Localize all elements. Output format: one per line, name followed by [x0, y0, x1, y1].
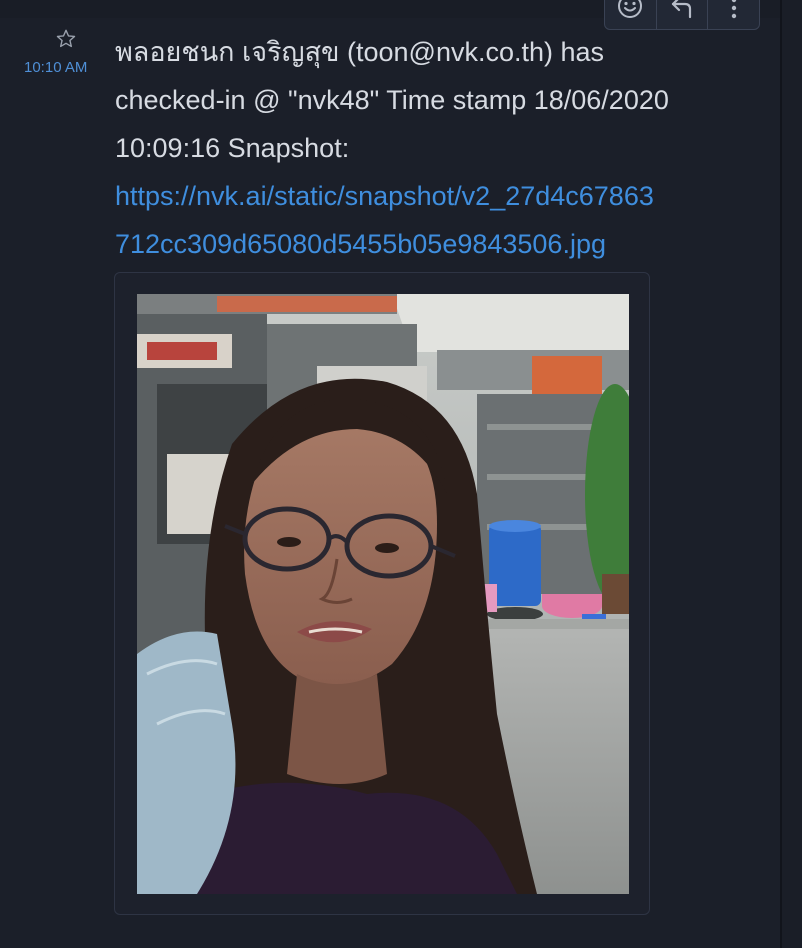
more-vertical-icon — [731, 0, 736, 19]
snapshot-link-line: 712cc309d65080d5455b05e9843506.jpg — [115, 229, 606, 259]
reply-icon — [671, 0, 692, 19]
reply-button[interactable] — [657, 0, 709, 29]
message-actions-toolbar — [604, 0, 760, 30]
add-reaction-button[interactable] — [605, 0, 657, 29]
snapshot-photo — [137, 294, 629, 894]
message-line: 10:09:16 Snapshot: — [115, 133, 350, 163]
more-actions-button[interactable] — [708, 0, 759, 29]
snapshot-link-line: https://nvk.ai/static/snapshot/v2_27d4c6… — [115, 181, 654, 211]
image-attachment — [114, 272, 650, 915]
snapshot-link[interactable]: https://nvk.ai/static/snapshot/v2_27d4c6… — [115, 172, 735, 268]
chat-window: 10:10 AM พลอยชนก เจริญสุข (toon@nvk.co.t… — [0, 0, 802, 948]
smiley-icon — [618, 0, 643, 18]
star-icon[interactable] — [55, 28, 77, 50]
message-line: พลอยชนก เจริญสุข (toon@nvk.co.th) has — [115, 37, 605, 67]
scrollbar-track[interactable] — [782, 0, 802, 948]
message-body: พลอยชนก เจริญสุข (toon@nvk.co.th) has ch… — [115, 28, 735, 268]
message-timestamp[interactable]: 10:10 AM — [24, 59, 87, 76]
message-line: checked-in @ "nvk48" Time stamp 18/06/20… — [115, 85, 669, 115]
snapshot-image[interactable] — [137, 294, 629, 894]
